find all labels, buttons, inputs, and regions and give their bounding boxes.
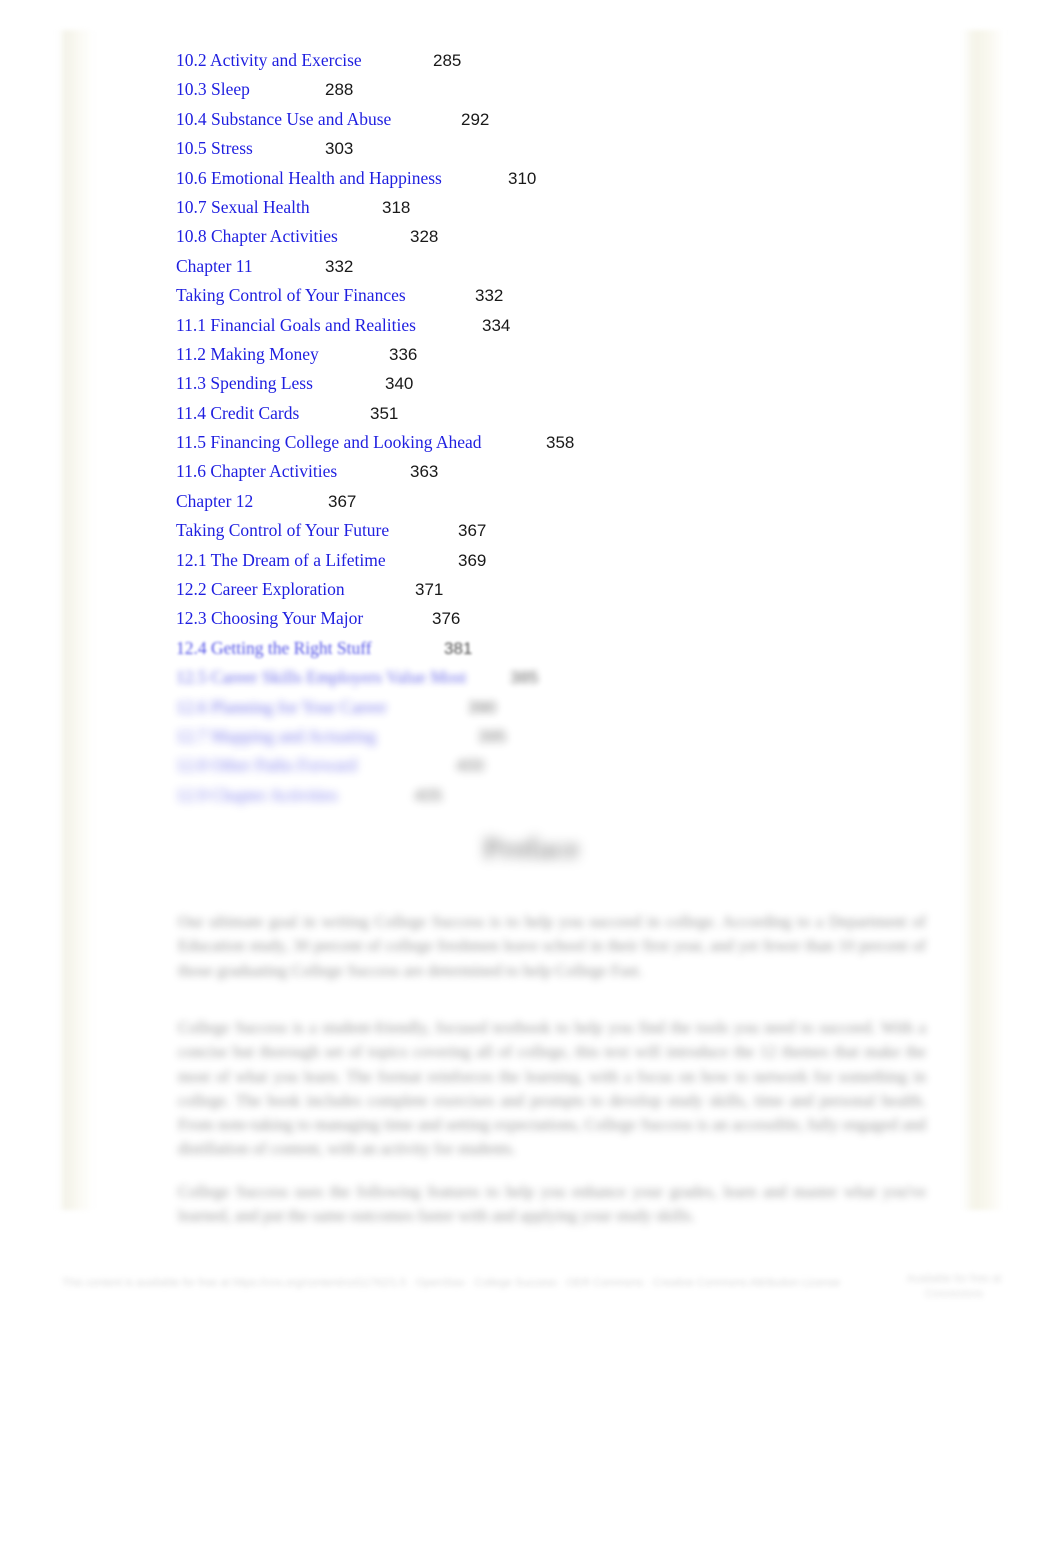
toc-entry[interactable]: 11.1 Financial Goals and Realities 334	[176, 313, 956, 342]
toc-entry-page: 292	[461, 109, 490, 129]
toc-entry-title[interactable]: Chapter 12	[176, 489, 253, 513]
table-of-contents: 10.2 Activity and Exercise 285 10.3 Slee…	[176, 48, 956, 812]
footer-attribution: This content is available for free at ht…	[62, 1277, 841, 1289]
toc-entry-title[interactable]: 12.6 Planning for Your Career	[176, 695, 387, 719]
toc-entry-title[interactable]: 12.8 Other Paths Forward	[176, 753, 357, 777]
preface-heading: Preface	[482, 832, 580, 865]
toc-entry[interactable]: 10.3 Sleep 288	[176, 77, 956, 106]
toc-entry[interactable]: 11.5 Financing College and Looking Ahead…	[176, 430, 956, 459]
page-edge-shadow-right	[962, 30, 1004, 1210]
toc-entry[interactable]: 12.8 Other Paths Forward 400	[176, 753, 956, 782]
toc-entry[interactable]: 11.4 Credit Cards 351	[176, 401, 956, 430]
toc-entry-title[interactable]: 12.1 The Dream of a Lifetime	[176, 548, 386, 572]
toc-entry[interactable]: Chapter 12 367	[176, 489, 956, 518]
toc-entry-title[interactable]: 11.6 Chapter Activities	[176, 459, 337, 483]
toc-entry[interactable]: 12.7 Mapping and Actuating 395	[176, 724, 956, 753]
toc-entry-title[interactable]: 10.4 Substance Use and Abuse	[176, 107, 391, 131]
toc-entry-title[interactable]: 11.4 Credit Cards	[176, 401, 299, 425]
toc-entry-title[interactable]: 11.1 Financial Goals and Realities	[176, 313, 416, 337]
toc-entry-page: 390	[468, 697, 497, 717]
toc-entry-page: 310	[508, 168, 537, 188]
toc-entry-page: 328	[410, 227, 439, 247]
toc-entry-title[interactable]: 11.3 Spending Less	[176, 371, 313, 395]
toc-entry[interactable]: 10.2 Activity and Exercise 285	[176, 48, 956, 77]
toc-entry-page: 334	[482, 315, 511, 335]
toc-entry-page: 285	[433, 51, 462, 70]
toc-entry[interactable]: Taking Control of Your Finances 332	[176, 283, 956, 312]
toc-entry-page: 332	[475, 286, 504, 306]
toc-entry[interactable]: 10.8 Chapter Activities 328	[176, 224, 956, 253]
toc-entry-title[interactable]: 12.5 Career Skills Employers Value Most	[176, 665, 466, 689]
toc-entry-page: 405	[414, 785, 443, 805]
toc-entry-title[interactable]: 10.5 Stress	[176, 136, 253, 160]
toc-entry-page: 303	[325, 139, 354, 159]
toc-entry[interactable]: 10.5 Stress 303	[176, 136, 956, 165]
toc-entry[interactable]: 12.5 Career Skills Employers Value Most …	[176, 665, 956, 694]
toc-entry[interactable]: 12.9 Chapter Activities 405	[176, 783, 956, 812]
toc-entry[interactable]: 11.6 Chapter Activities 363	[176, 459, 956, 488]
toc-entry-title[interactable]: 11.5 Financing College and Looking Ahead	[176, 430, 482, 454]
toc-entry[interactable]: 12.2 Career Exploration 371	[176, 577, 956, 606]
toc-entry-title[interactable]: 12.9 Chapter Activities	[176, 783, 338, 807]
toc-entry[interactable]: 12.6 Planning for Your Career 390	[176, 695, 956, 724]
toc-entry-page: 358	[546, 433, 575, 453]
toc-entry-page: 367	[458, 521, 487, 541]
toc-entry-title[interactable]: 12.2 Career Exploration	[176, 577, 345, 601]
toc-entry[interactable]: Chapter 11 332	[176, 254, 956, 283]
toc-entry-page: 367	[328, 491, 357, 511]
toc-entry-page: 351	[370, 403, 399, 423]
toc-entry-title[interactable]: 12.3 Choosing Your Major	[176, 606, 363, 630]
toc-entry[interactable]: Taking Control of Your Future 367	[176, 518, 956, 547]
toc-entry-page: 363	[410, 462, 439, 482]
toc-entry[interactable]: 11.3 Spending Less 340	[176, 371, 956, 400]
toc-entry-title[interactable]: 10.2 Activity and Exercise	[176, 48, 362, 72]
toc-entry-page: 400	[456, 756, 485, 776]
toc-entry-page: 336	[389, 344, 418, 364]
toc-entry[interactable]: 11.2 Making Money 336	[176, 342, 956, 371]
toc-entry-page: 318	[382, 197, 411, 217]
preface-paragraph: College Success is a student-friendly, f…	[178, 1018, 926, 1159]
toc-entry-title[interactable]: Taking Control of Your Finances	[176, 283, 406, 307]
toc-entry-title[interactable]: Chapter 11	[176, 254, 253, 278]
toc-entry-title[interactable]: 11.2 Making Money	[176, 342, 319, 366]
toc-entry[interactable]: 10.6 Emotional Health and Happiness 310	[176, 166, 956, 195]
toc-entry-page: 288	[325, 80, 354, 100]
toc-entry[interactable]: 10.4 Substance Use and Abuse 292	[176, 107, 956, 136]
toc-entry-title[interactable]: Taking Control of Your Future	[176, 518, 389, 542]
footer-badge: Available for free at Connexions	[906, 1273, 1002, 1300]
preface-paragraph: College Success uses the following featu…	[178, 1182, 926, 1226]
toc-entry-title[interactable]: 10.3 Sleep	[176, 77, 250, 101]
toc-entry[interactable]: 12.4 Getting the Right Stuff 381	[176, 636, 956, 665]
toc-entry-page: 371	[415, 580, 444, 600]
toc-entry-page: 395	[478, 726, 507, 746]
scanned-page: 10.2 Activity and Exercise 285 10.3 Slee…	[0, 0, 1062, 1556]
toc-entry-page: 381	[444, 638, 473, 658]
toc-entry-page: 376	[432, 609, 461, 629]
toc-entry-title[interactable]: 10.6 Emotional Health and Happiness	[176, 166, 442, 190]
preface-paragraph: Our ultimate goal in writing College Suc…	[178, 912, 926, 980]
page-edge-shadow-left	[58, 30, 94, 1210]
toc-entry-title[interactable]: 10.7 Sexual Health	[176, 195, 310, 219]
toc-entry-title[interactable]: 10.8 Chapter Activities	[176, 224, 338, 248]
toc-entry[interactable]: 10.7 Sexual Health 318	[176, 195, 956, 224]
toc-entry-title[interactable]: 12.7 Mapping and Actuating	[176, 724, 376, 748]
toc-entry[interactable]: 12.3 Choosing Your Major 376	[176, 606, 956, 635]
toc-entry-title[interactable]: 12.4 Getting the Right Stuff	[176, 636, 372, 660]
toc-entry-page: 332	[325, 256, 354, 276]
toc-entry-page: 385	[510, 668, 539, 688]
toc-entry[interactable]: 12.1 The Dream of a Lifetime 369	[176, 548, 956, 577]
toc-entry-page: 340	[385, 374, 414, 394]
toc-entry-page: 369	[458, 550, 487, 570]
